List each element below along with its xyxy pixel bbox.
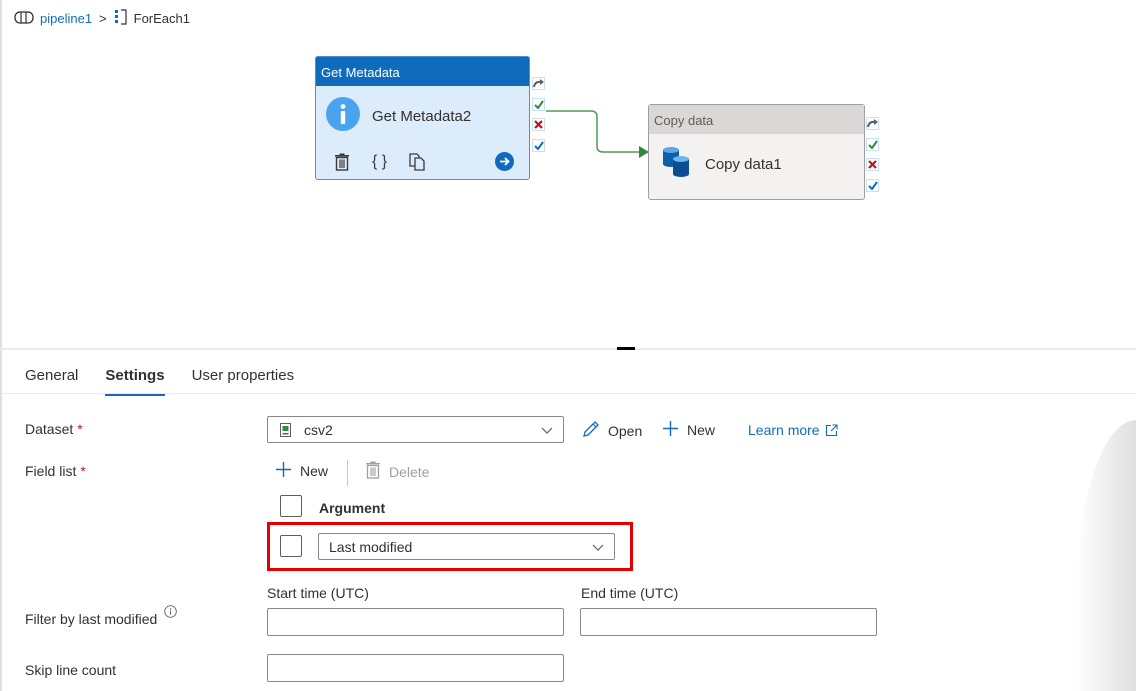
new-field-button[interactable]: New bbox=[275, 461, 328, 481]
open-dataset-button[interactable]: Open bbox=[582, 420, 642, 441]
breadcrumb-separator: > bbox=[99, 11, 107, 26]
connector-line bbox=[546, 110, 640, 153]
filter-last-modified-label: Filter by last modified bbox=[25, 605, 177, 627]
start-time-input[interactable] bbox=[267, 608, 564, 636]
code-icon[interactable]: { } bbox=[372, 153, 387, 171]
required-mark: * bbox=[80, 463, 86, 479]
csv-file-icon bbox=[280, 422, 291, 437]
activity-name: Copy data1 bbox=[705, 156, 782, 173]
dataset-select[interactable]: csv2 bbox=[267, 416, 564, 443]
dataset-label: Dataset * bbox=[25, 421, 83, 437]
field-list-label: Field list * bbox=[25, 463, 86, 479]
start-time-label: Start time (UTC) bbox=[267, 585, 369, 601]
database-copy-icon bbox=[661, 146, 693, 183]
failure-port-icon[interactable] bbox=[532, 118, 545, 131]
row-checkbox[interactable] bbox=[280, 535, 302, 557]
new-dataset-button[interactable]: New bbox=[662, 420, 715, 440]
skip-line-count-input[interactable] bbox=[267, 654, 564, 682]
get-metadata-ports bbox=[532, 77, 545, 159]
learn-more-label: Learn more bbox=[748, 422, 820, 438]
breadcrumb-current: ForEach1 bbox=[133, 11, 191, 26]
learn-more-link[interactable]: Learn more bbox=[748, 422, 838, 438]
plus-icon bbox=[275, 461, 292, 481]
completion-port-icon[interactable] bbox=[866, 178, 879, 192]
pipeline-icon bbox=[14, 10, 34, 27]
delete-icon bbox=[365, 461, 381, 482]
new-field-label: New bbox=[300, 463, 329, 479]
skip-line-count-label: Skip line count bbox=[25, 662, 117, 678]
end-time-label: End time (UTC) bbox=[581, 585, 679, 601]
success-port-icon[interactable] bbox=[866, 137, 879, 151]
activity-type-label: Get Metadata bbox=[316, 57, 529, 86]
activity-get-metadata[interactable]: Get Metadata Get Metadata2 { } bbox=[315, 56, 530, 180]
success-connector bbox=[546, 110, 649, 158]
copy-data-ports bbox=[866, 117, 879, 199]
copy-icon[interactable] bbox=[409, 152, 426, 171]
new-label: New bbox=[687, 422, 716, 438]
activity-name: Get Metadata2 bbox=[372, 108, 472, 125]
info-icon[interactable] bbox=[164, 605, 177, 618]
delete-icon[interactable] bbox=[334, 153, 350, 171]
skip-port-icon[interactable] bbox=[866, 117, 879, 130]
activity-copy-data[interactable]: Copy data Copy data1 bbox=[648, 104, 865, 200]
tabs-divider bbox=[2, 393, 1136, 394]
delete-field-button[interactable]: Delete bbox=[365, 461, 429, 482]
panel-splitter bbox=[0, 348, 1136, 350]
info-icon bbox=[326, 97, 360, 136]
left-border bbox=[0, 0, 2, 691]
dataset-value: csv2 bbox=[304, 421, 333, 438]
field-list-label-text: Field list bbox=[25, 463, 77, 479]
failure-port-icon[interactable] bbox=[866, 158, 879, 171]
required-mark: * bbox=[77, 421, 83, 437]
chevron-down-icon bbox=[541, 423, 553, 439]
activity-type-label: Copy data bbox=[649, 105, 864, 134]
tab-settings[interactable]: Settings bbox=[105, 367, 165, 396]
splitter-handle[interactable] bbox=[617, 347, 635, 350]
argument-value: Last modified bbox=[329, 538, 413, 555]
tab-general[interactable]: General bbox=[25, 367, 78, 396]
chevron-down-icon bbox=[592, 540, 604, 556]
external-link-icon bbox=[825, 423, 838, 437]
command-divider bbox=[347, 460, 348, 486]
end-time-input[interactable] bbox=[580, 608, 877, 636]
dataset-label-text: Dataset bbox=[25, 421, 74, 437]
success-port-icon[interactable] bbox=[532, 97, 545, 111]
breadcrumb-pipeline-link[interactable]: pipeline1 bbox=[40, 11, 92, 26]
skip-port-icon[interactable] bbox=[532, 77, 545, 90]
breadcrumb: pipeline1 > ForEach1 bbox=[14, 9, 190, 28]
edit-pencil-icon bbox=[582, 420, 600, 441]
properties-tabs: General Settings User properties bbox=[25, 367, 321, 396]
foreach-icon bbox=[114, 9, 128, 28]
go-arrow-icon[interactable] bbox=[495, 152, 514, 171]
filter-last-modified-text: Filter by last modified bbox=[25, 611, 158, 627]
plus-icon bbox=[662, 420, 679, 440]
delete-field-label: Delete bbox=[389, 463, 430, 480]
tab-user-properties[interactable]: User properties bbox=[192, 367, 295, 396]
panel-shadow bbox=[1076, 420, 1136, 691]
select-all-checkbox[interactable] bbox=[280, 495, 302, 517]
open-label: Open bbox=[608, 422, 643, 439]
argument-select[interactable]: Last modified bbox=[318, 533, 615, 560]
argument-column-header: Argument bbox=[319, 500, 386, 516]
completion-port-icon[interactable] bbox=[532, 138, 545, 152]
